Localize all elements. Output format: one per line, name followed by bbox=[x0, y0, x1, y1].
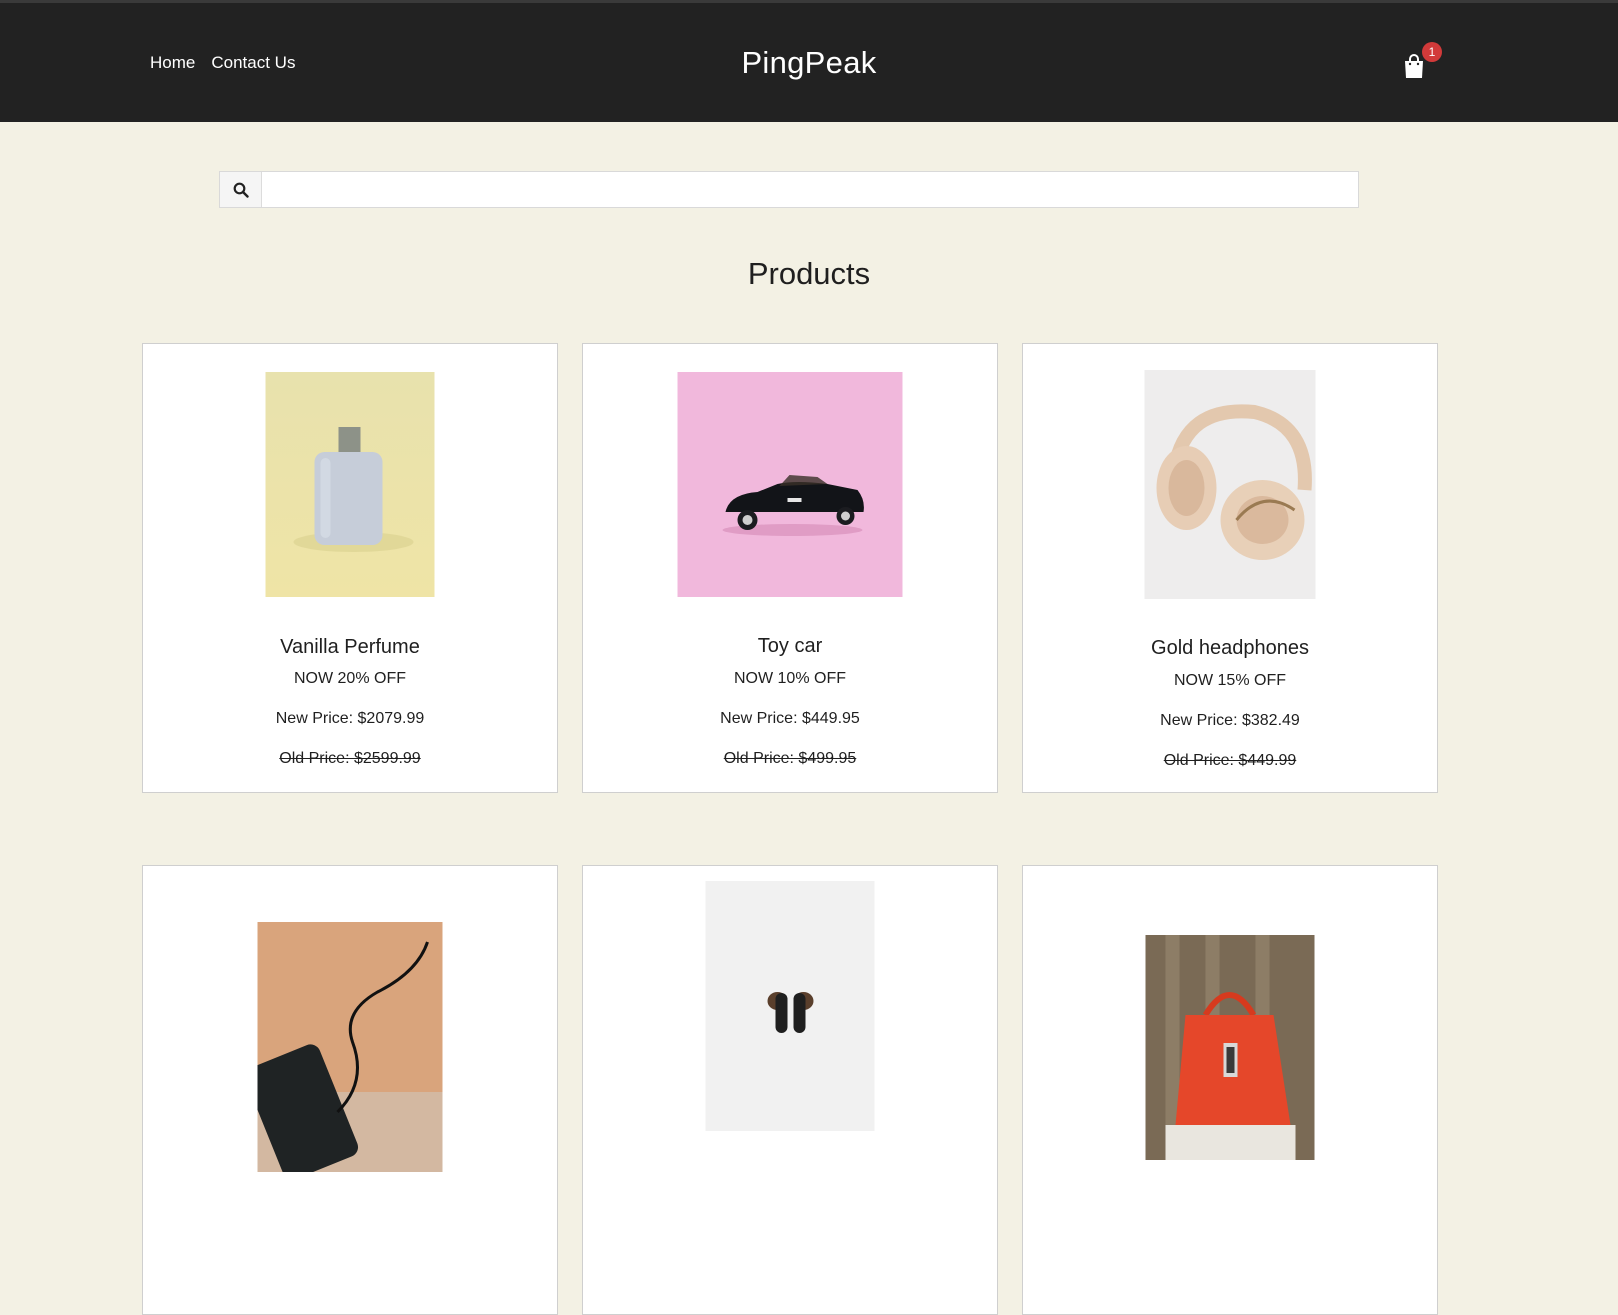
product-old-price: Old Price: $2599.99 bbox=[279, 750, 421, 767]
product-image-earbuds[interactable] bbox=[705, 881, 875, 1131]
product-image-perfume[interactable] bbox=[265, 372, 435, 597]
product-image-toy-car[interactable] bbox=[677, 372, 903, 597]
product-image-headphones[interactable] bbox=[1144, 370, 1316, 599]
search-button[interactable] bbox=[220, 172, 262, 207]
product-card-gold-headphones[interactable]: Gold headphones NOW 15% OFF New Price: $… bbox=[1022, 343, 1438, 793]
search-icon bbox=[233, 182, 249, 198]
product-new-price: New Price: $2079.99 bbox=[275, 710, 425, 727]
product-old-price: Old Price: $449.99 bbox=[1163, 752, 1297, 769]
cart-button[interactable]: 1 bbox=[1402, 42, 1442, 79]
search-bar bbox=[219, 171, 1359, 208]
product-old-price: Old Price: $499.95 bbox=[723, 750, 857, 767]
product-name[interactable]: Toy car bbox=[583, 635, 997, 658]
product-card-power-bank[interactable] bbox=[142, 865, 558, 1315]
product-discount: NOW 20% OFF bbox=[293, 670, 406, 687]
product-new-price: New Price: $449.95 bbox=[720, 710, 860, 727]
product-card-red-handbag[interactable] bbox=[1022, 865, 1438, 1315]
brand-title[interactable]: PingPeak bbox=[0, 45, 1618, 81]
page-title: Products bbox=[747, 256, 871, 291]
product-name[interactable]: Vanilla Perfume bbox=[143, 636, 557, 659]
product-card-toy-car[interactable]: Toy car NOW 10% OFF New Price: $449.95 O… bbox=[582, 343, 998, 793]
product-discount: NOW 15% OFF bbox=[1173, 672, 1286, 689]
product-card-wireless-earbuds[interactable] bbox=[582, 865, 998, 1315]
product-image-power-bank[interactable] bbox=[257, 922, 443, 1172]
site-header: Home Contact Us PingPeak 1 bbox=[0, 3, 1618, 122]
product-new-price: New Price: $382.49 bbox=[1160, 712, 1300, 729]
product-image-handbag[interactable] bbox=[1145, 935, 1315, 1160]
cart-count-badge: 1 bbox=[1422, 42, 1442, 62]
search-input[interactable] bbox=[262, 172, 1358, 207]
product-name[interactable]: Gold headphones bbox=[1023, 637, 1437, 660]
product-discount: NOW 10% OFF bbox=[733, 670, 846, 687]
product-card-vanilla-perfume[interactable]: Vanilla Perfume NOW 20% OFF New Price: $… bbox=[142, 343, 558, 793]
